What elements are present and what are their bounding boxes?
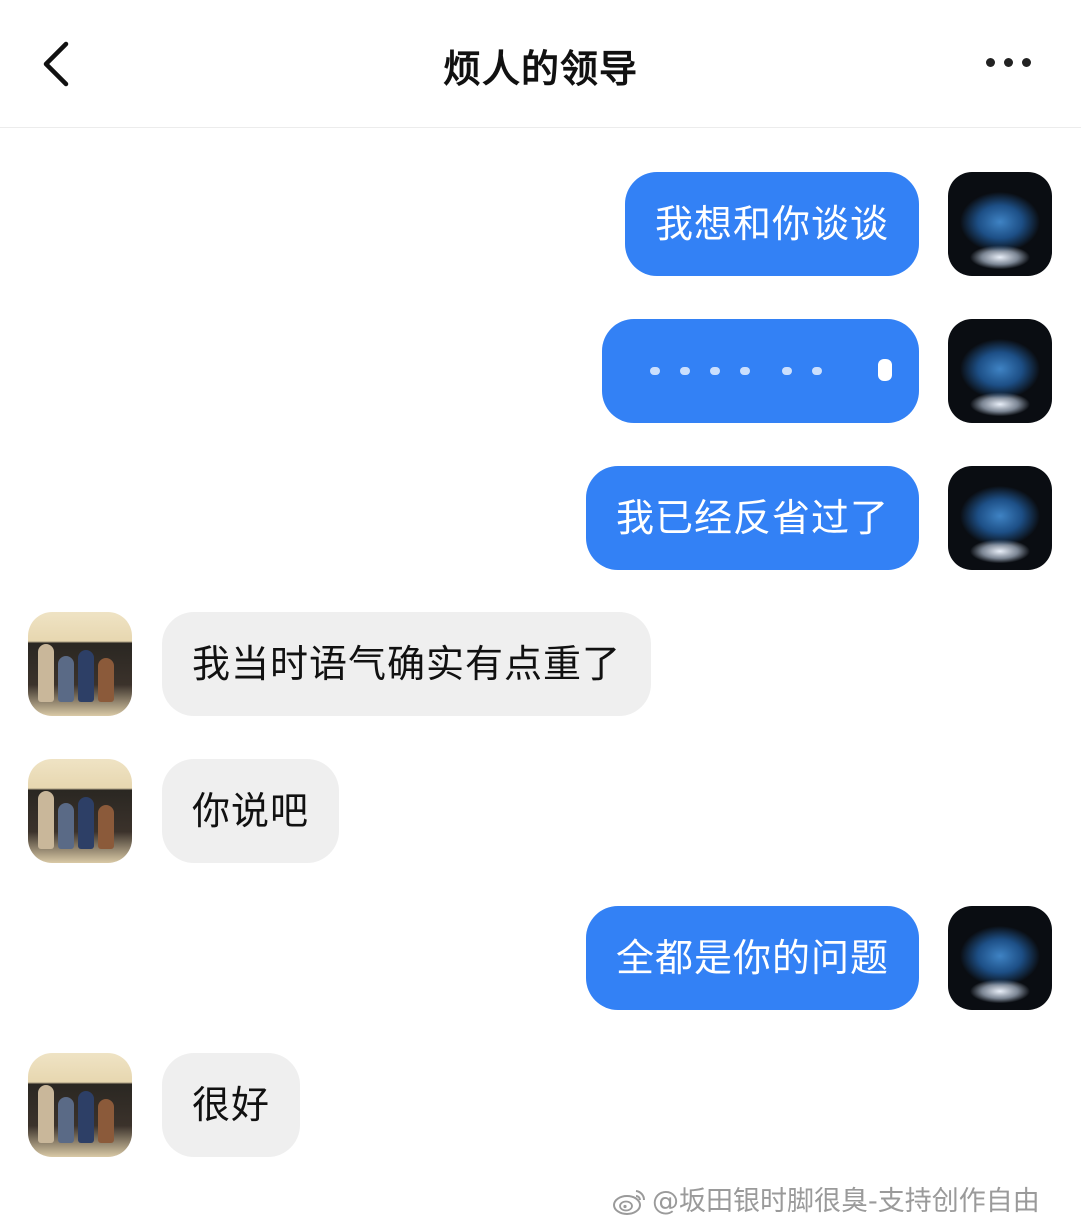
my-avatar[interactable] <box>948 466 1052 570</box>
contact-avatar[interactable] <box>28 1053 132 1157</box>
my-message-bubble[interactable]: 我已经反省过了 <box>585 466 919 570</box>
more-horizontal-icon <box>986 58 995 67</box>
message-row <box>0 319 1081 423</box>
my-avatar[interactable] <box>948 906 1052 1010</box>
chat-header: 烦人的领导 <box>0 0 1081 128</box>
message-row: 我想和你谈谈 <box>0 172 1081 276</box>
contact-message-bubble[interactable]: 很好 <box>162 1053 301 1157</box>
contact-avatar[interactable] <box>28 612 132 716</box>
my-avatar[interactable] <box>948 172 1052 276</box>
message-row: 全都是你的问题 <box>0 906 1081 1010</box>
message-row: 我已经反省过了 <box>0 466 1081 570</box>
more-button[interactable] <box>980 54 1036 72</box>
my-message-bubble-redacted[interactable] <box>602 319 919 423</box>
message-row: 我当时语气确实有点重了 <box>0 612 1081 716</box>
my-avatar[interactable] <box>948 319 1052 423</box>
watermark: @坂田银时脚很臭-支持创作自由 <box>612 1184 1074 1220</box>
contact-message-bubble[interactable]: 我当时语气确实有点重了 <box>162 612 652 716</box>
message-row: 很好 <box>0 1053 1081 1157</box>
redacted-text <box>642 359 892 383</box>
my-message-bubble[interactable]: 我想和你谈谈 <box>624 172 919 276</box>
message-row: 你说吧 <box>0 759 1081 863</box>
contact-avatar[interactable] <box>28 759 132 863</box>
weibo-logo-icon <box>613 1190 646 1215</box>
chat-title: 烦人的领导 <box>442 47 638 91</box>
watermark-text: @坂田银时脚很臭-支持创作自由 <box>652 1186 1040 1217</box>
my-message-bubble[interactable]: 全都是你的问题 <box>585 906 919 1010</box>
contact-message-bubble[interactable]: 你说吧 <box>162 759 340 863</box>
